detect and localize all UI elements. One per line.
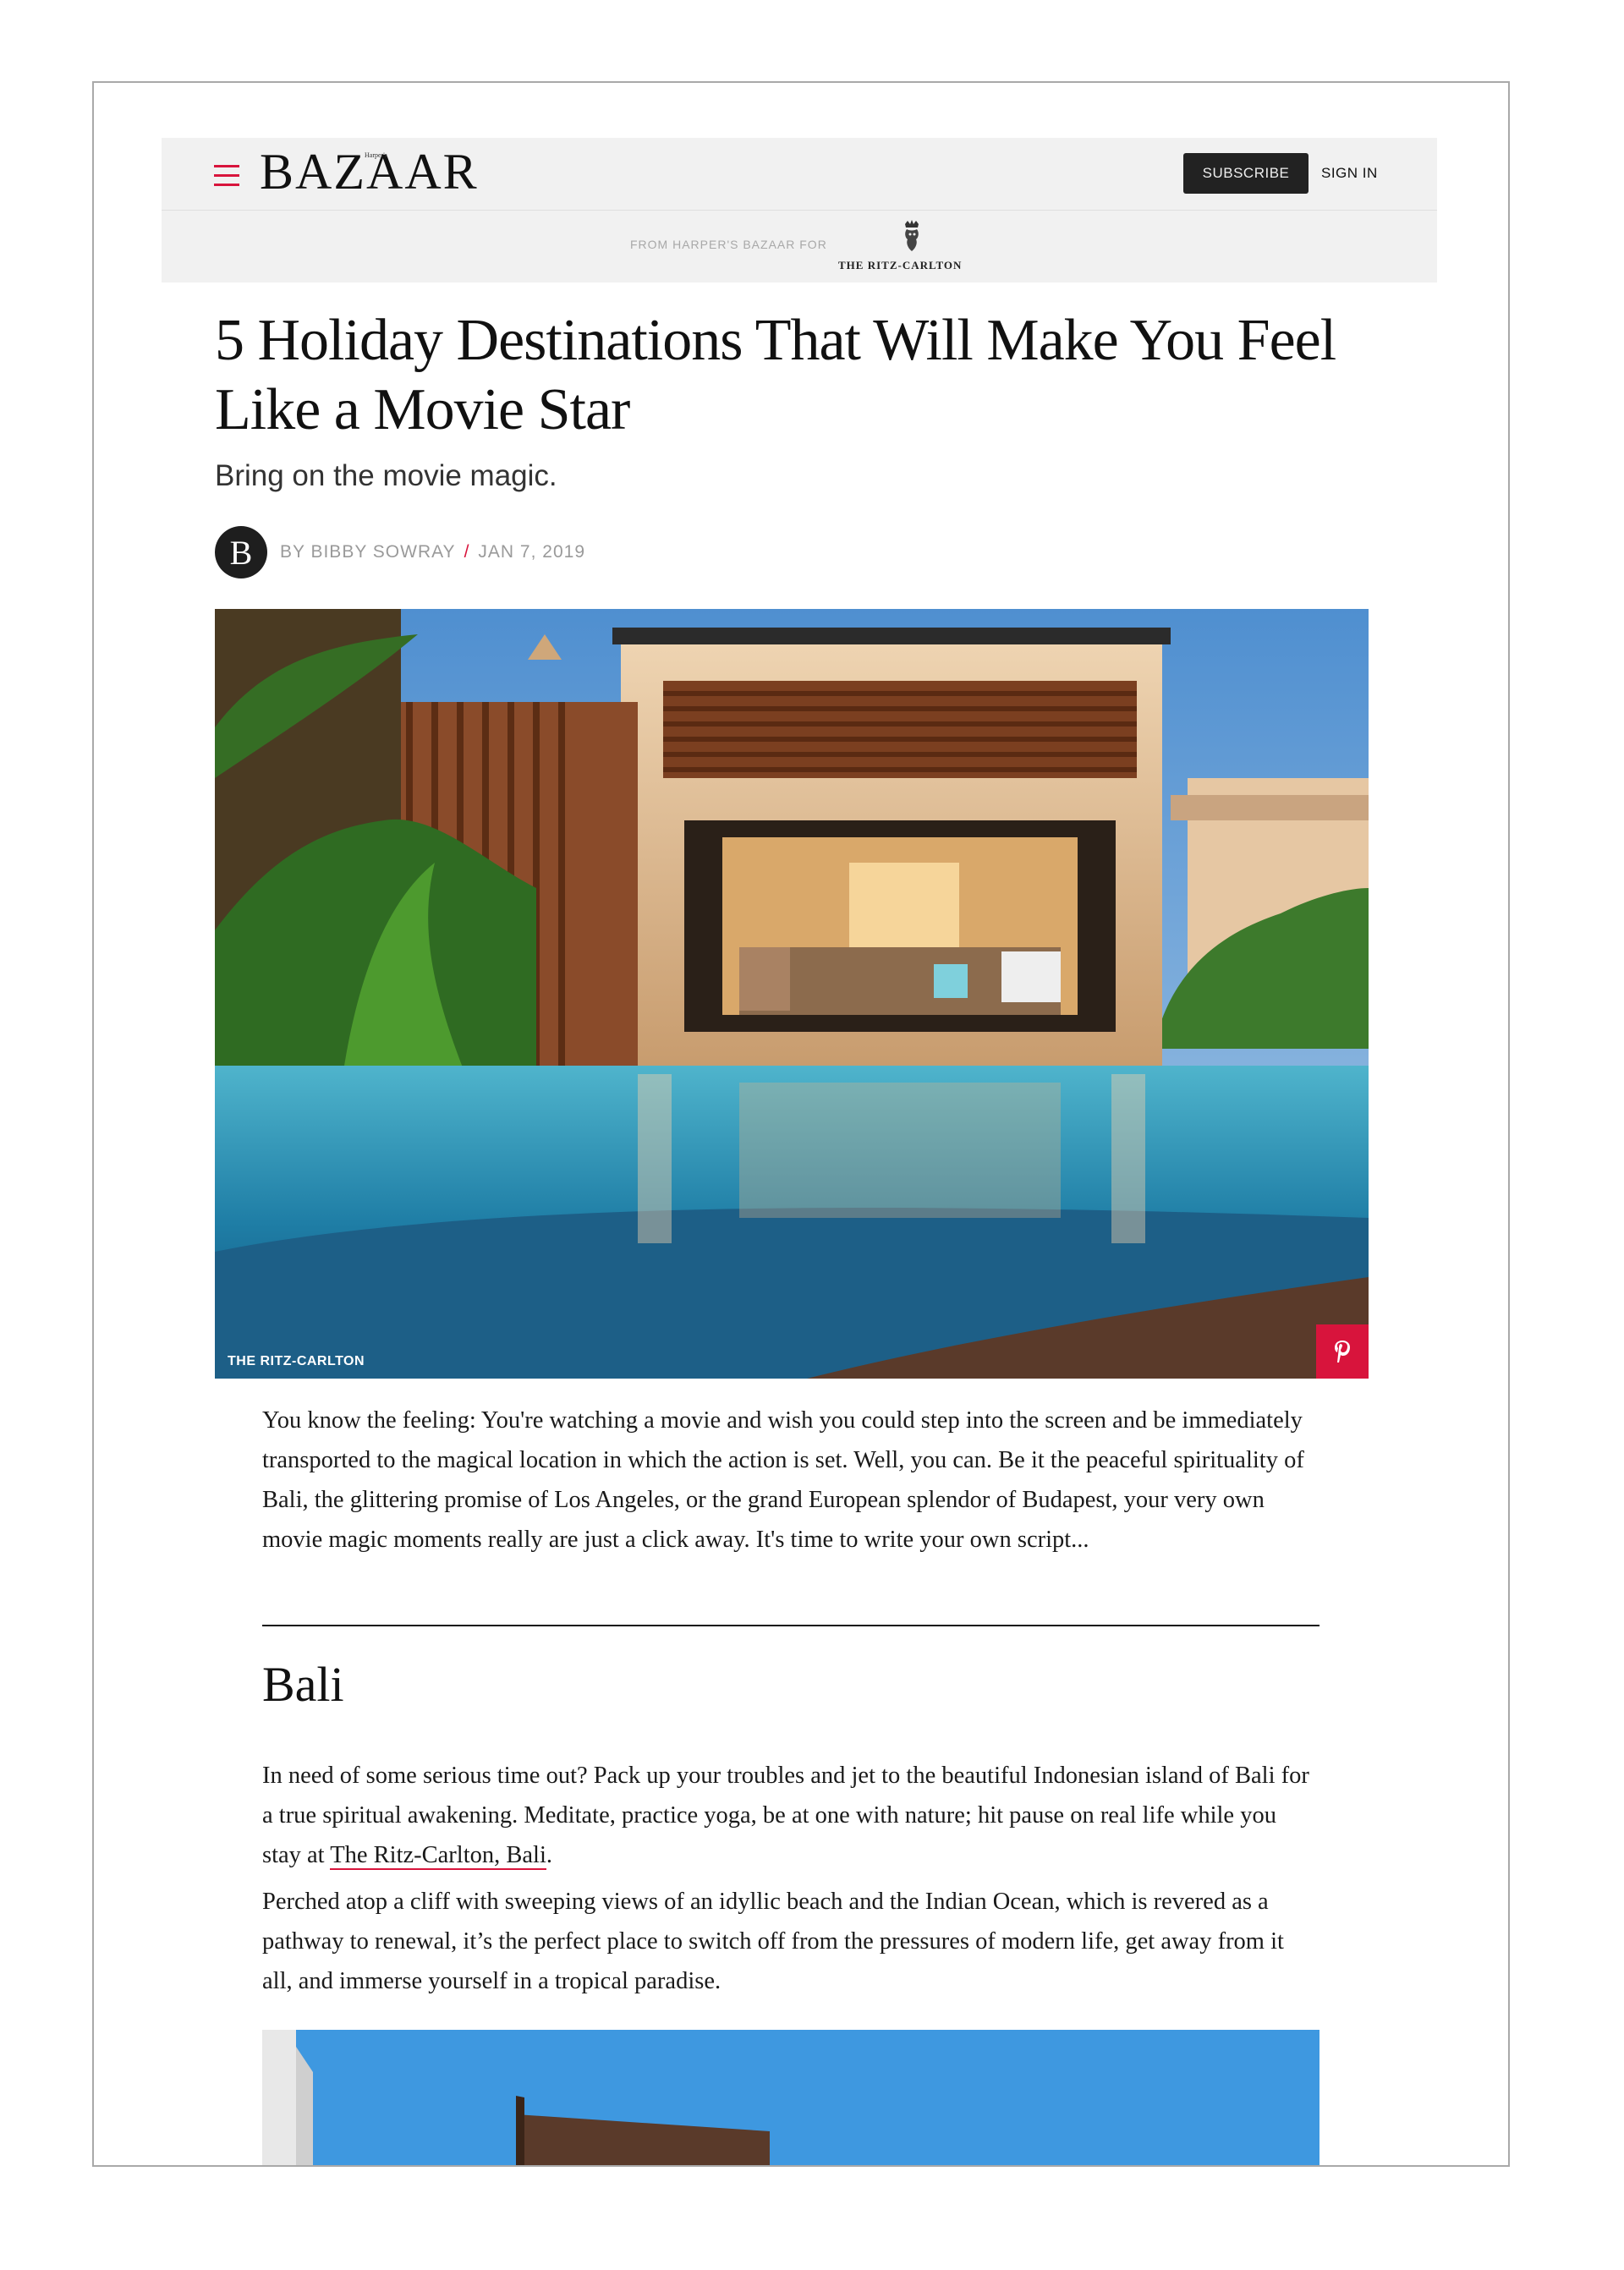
bali-paragraph-2: Perched atop a cliff with sweeping views…	[262, 1889, 1284, 1994]
ritz-carlton-logo[interactable]: THE RITZ-CARLTON	[838, 259, 962, 272]
intro-paragraph: You know the feeling: You're watching a …	[262, 1407, 1304, 1553]
section-heading-bali: Bali	[262, 1657, 344, 1712]
article-dek: Bring on the movie magic.	[215, 459, 557, 492]
bali-paragraph-1: In need of some serious time out? Pack u…	[262, 1756, 1320, 1875]
bali-paragraph-1-end: .	[546, 1842, 552, 1868]
site-header: BAZAAR Harper's SUBSCRIBE SIGN IN FROM H…	[162, 138, 1437, 282]
bali-image-illustration	[262, 2030, 1320, 2165]
bali-image	[262, 2030, 1320, 2165]
hero-image-illustration	[215, 609, 1369, 1379]
harpers-logo-small: Harper's	[365, 151, 387, 159]
byline: BY BIBBY SOWRAY / JAN 7, 2019	[280, 542, 585, 562]
section-divider	[262, 1625, 1320, 1626]
sponsor-label: FROM HARPER'S BAZAAR FOR	[630, 238, 827, 251]
article-headline: 5 Holiday Destinations That Will Make Yo…	[215, 308, 1336, 442]
header-divider	[162, 210, 1437, 211]
author-name[interactable]: BY BIBBY SOWRAY	[280, 542, 456, 562]
ritz-carlton-bali-link[interactable]: The Ritz-Carlton, Bali	[330, 1842, 546, 1870]
sign-in-link[interactable]: SIGN IN	[1321, 165, 1378, 182]
hero-photo-credit: THE RITZ-CARLTON	[228, 1354, 365, 1368]
browser-page-frame: BAZAAR Harper's SUBSCRIBE SIGN IN FROM H…	[92, 81, 1510, 2167]
hamburger-menu-icon[interactable]	[214, 163, 239, 187]
byline-separator: /	[464, 542, 470, 562]
ritz-carlton-lion-crown-icon	[905, 220, 919, 251]
publish-date: JAN 7, 2019	[478, 542, 585, 562]
pinterest-icon	[1335, 1341, 1350, 1363]
author-avatar[interactable]: B	[215, 526, 267, 578]
hero-image	[215, 609, 1369, 1379]
subscribe-button[interactable]: SUBSCRIBE	[1183, 153, 1309, 194]
pinterest-share-button[interactable]	[1316, 1324, 1369, 1379]
